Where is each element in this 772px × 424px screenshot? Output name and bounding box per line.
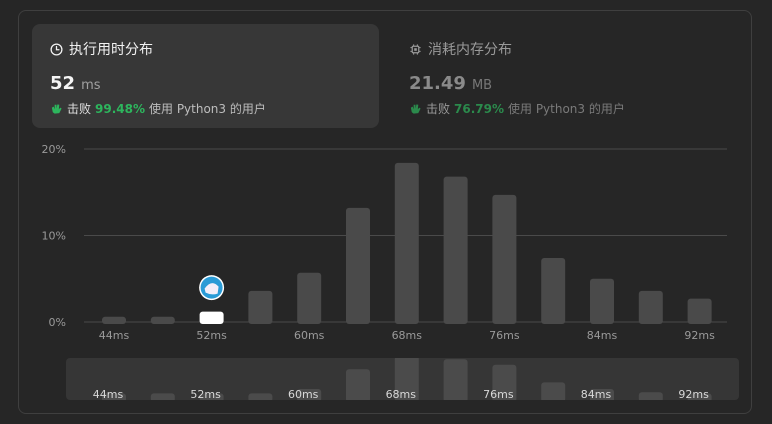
bar[interactable] [590, 278, 614, 324]
navigator-bar [150, 393, 175, 400]
bar[interactable] [346, 207, 370, 324]
navigator-tick-label: 76ms [483, 388, 514, 400]
user-avatar-marker [199, 275, 225, 301]
navigator-tick-label: 84ms [581, 388, 612, 400]
navigator-tick-label: 60ms [288, 388, 319, 400]
navigator-tick-label: 52ms [190, 388, 221, 400]
y-tick-label: 10% [42, 230, 66, 243]
bar[interactable] [541, 257, 566, 324]
navigator-bar [638, 392, 663, 400]
bar[interactable] [248, 290, 273, 324]
bar-highlighted[interactable] [199, 311, 224, 324]
navigator-bar [443, 359, 468, 400]
x-tick-label: 92ms [684, 329, 715, 342]
x-tick-label: 68ms [392, 329, 423, 342]
bar[interactable] [297, 272, 322, 324]
navigator-tick-label: 68ms [386, 388, 417, 400]
x-tick-label: 60ms [294, 329, 325, 342]
bar[interactable] [687, 298, 712, 324]
navigator-tick-label: 92ms [678, 388, 709, 400]
chart-range-navigator[interactable]: 44ms 52ms 60ms 68ms 76ms 84ms 92ms [66, 358, 739, 400]
navigator-bar [346, 369, 370, 400]
navigator-mini-chart: 44ms 52ms 60ms 68ms 76ms 84ms 92ms [93, 358, 712, 400]
navigator-bar [541, 382, 566, 400]
navigator-tick-label: 44ms [93, 388, 124, 400]
bar[interactable] [443, 176, 468, 324]
bar[interactable] [638, 290, 663, 324]
x-tick-label: 84ms [587, 329, 618, 342]
y-tick-label: 0% [49, 316, 66, 329]
bar[interactable] [394, 162, 419, 324]
bar[interactable] [102, 316, 126, 324]
y-tick-label: 20% [42, 143, 66, 156]
x-tick-label: 44ms [99, 329, 130, 342]
bar[interactable] [150, 316, 175, 324]
bar[interactable] [492, 194, 517, 324]
navigator-bar [248, 393, 273, 400]
x-tick-label: 76ms [489, 329, 520, 342]
x-tick-label: 52ms [196, 329, 227, 342]
